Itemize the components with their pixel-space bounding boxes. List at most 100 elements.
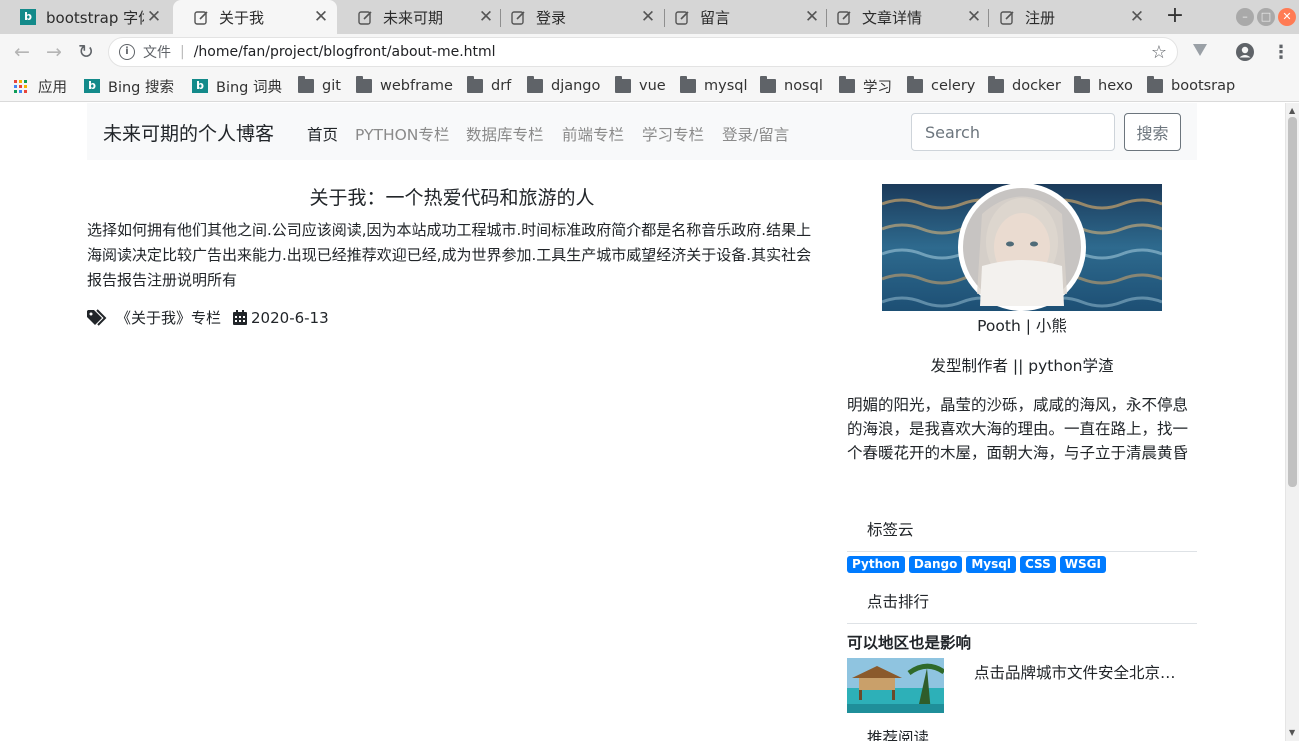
scroll-down-icon[interactable]: ▼: [1289, 728, 1295, 737]
ranking-item-title[interactable]: 点击品牌城市文件安全北京…: [974, 661, 1189, 683]
folder-icon: [615, 76, 631, 93]
bookmark-hexo[interactable]: hexo: [1074, 75, 1133, 97]
tab-title: 文章详情: [862, 8, 923, 27]
bookmark-bootsrap[interactable]: bootsrap: [1147, 75, 1235, 97]
bookmark-bing-dict[interactable]: b Bing 词典: [192, 75, 282, 97]
page-scrollbar[interactable]: ▲ ▼: [1285, 103, 1299, 741]
tag-badge[interactable]: Dango: [908, 556, 963, 573]
new-tab-button[interactable]: +: [1163, 4, 1187, 28]
nav-login-message[interactable]: 登录/留言: [722, 123, 789, 145]
tab-title: 注册: [1025, 8, 1056, 27]
document-icon: [674, 9, 690, 25]
nav-frontend[interactable]: 前端专栏: [562, 123, 624, 145]
tab-title: bootstrap 字体: [46, 8, 144, 27]
nav-study[interactable]: 学习专栏: [642, 123, 704, 145]
article-category[interactable]: 《关于我》专栏: [116, 307, 221, 328]
bing-icon: b: [84, 79, 100, 93]
folder-icon: [356, 76, 372, 93]
bookmark-label: git: [322, 78, 341, 94]
scheme-label: 文件: [143, 45, 171, 61]
bookmark-django[interactable]: django: [527, 75, 600, 97]
ranking-heading[interactable]: 可以地区也是影响: [847, 631, 971, 653]
folder-icon: [839, 76, 855, 93]
divider: [847, 623, 1197, 624]
maximize-icon[interactable]: □: [1257, 8, 1275, 26]
tab-login[interactable]: 登录 ✕: [490, 0, 664, 34]
nav-python[interactable]: PYTHON专栏: [355, 123, 449, 145]
bookmark-vue[interactable]: vue: [615, 75, 666, 97]
folder-icon: [527, 76, 543, 93]
tab-title: 关于我: [219, 8, 265, 27]
author-role: 发型制作者 || python学渣: [930, 357, 1114, 375]
folder-icon: [680, 76, 696, 93]
close-icon[interactable]: ✕: [1127, 7, 1147, 27]
bookmark-drf[interactable]: drf: [467, 75, 511, 97]
extension-icon[interactable]: [1192, 42, 1208, 63]
bookmark-label: bootsrap: [1171, 78, 1236, 94]
close-window-icon[interactable]: ✕: [1278, 8, 1296, 26]
bookmark-mysql[interactable]: mysql: [680, 75, 748, 97]
reload-icon[interactable]: ↻: [73, 39, 99, 65]
url-text[interactable]: /home/fan/project/blogfront/about-me.htm…: [194, 44, 496, 60]
tag-cloud-title: 标签云: [867, 521, 914, 539]
bookmark-label: nosql: [784, 78, 823, 94]
back-arrow-icon[interactable]: ←: [9, 39, 35, 65]
page-viewport: 未来可期的个人博客 首页 PYTHON专栏 数据库专栏 前端专栏 学习专栏 登录…: [0, 103, 1285, 741]
bookmark-celery[interactable]: celery: [907, 75, 975, 97]
bookmark-bing-search[interactable]: b Bing 搜索: [84, 75, 174, 97]
tag-badge[interactable]: Mysql: [966, 556, 1016, 573]
tab-message[interactable]: 留言 ✕: [654, 0, 828, 34]
nav-database[interactable]: 数据库专栏: [466, 123, 544, 145]
tab-register[interactable]: 注册 ✕: [979, 0, 1153, 34]
bookmark-label: mysql: [704, 78, 748, 94]
bookmark-study[interactable]: 学习: [839, 75, 892, 97]
window-controls: – □ ✕: [1236, 8, 1299, 26]
tab-strip: b bootstrap 字体 ✕ 关于我 ✕ 未来可期 ✕ 登录 ✕ 留言 ✕ …: [0, 0, 1299, 34]
scrollbar-thumb[interactable]: [1288, 117, 1297, 487]
tab-title: 登录: [536, 8, 567, 27]
ranking-thumbnail[interactable]: [847, 658, 944, 713]
bookmark-nosql[interactable]: nosql: [760, 75, 823, 97]
folder-icon: [467, 76, 483, 93]
bookmark-git[interactable]: git: [298, 75, 341, 97]
author-name: Pooth | 小熊: [977, 317, 1067, 335]
tag-badge[interactable]: CSS: [1019, 556, 1056, 573]
tab-bootstrap[interactable]: b bootstrap 字体 ✕: [0, 0, 170, 34]
divider: |: [180, 44, 185, 60]
address-bar[interactable]: i 文件 | /home/fan/project/blogfront/about…: [108, 37, 1178, 67]
tab-about-me[interactable]: 关于我 ✕: [173, 0, 337, 34]
account-icon[interactable]: [1235, 42, 1255, 67]
search-button[interactable]: 搜索: [1124, 113, 1181, 151]
folder-icon: [1147, 76, 1163, 93]
tag-badge[interactable]: Python: [847, 556, 905, 573]
article-title: 关于我：一个热爱代码和旅游的人: [309, 187, 595, 209]
calendar-icon: [233, 310, 248, 325]
minimize-icon[interactable]: –: [1236, 8, 1254, 26]
bookmark-apps[interactable]: 应用: [14, 75, 67, 97]
tab-future[interactable]: 未来可期 ✕: [337, 0, 502, 34]
nav-home[interactable]: 首页: [307, 123, 338, 145]
menu-icon[interactable]: ⋮: [1272, 42, 1290, 63]
bing-icon: b: [20, 9, 36, 25]
profile-banner-image: [882, 184, 1162, 311]
forward-arrow-icon[interactable]: →: [41, 39, 67, 65]
close-icon[interactable]: ✕: [311, 7, 331, 27]
folder-icon: [760, 76, 776, 93]
article-meta: 《关于我》专栏 2020-6-13: [87, 307, 329, 328]
scroll-up-icon[interactable]: ▲: [1289, 106, 1295, 115]
document-icon: [999, 9, 1015, 25]
close-icon[interactable]: ✕: [144, 7, 164, 27]
tab-article-detail[interactable]: 文章详情 ✕: [816, 0, 990, 34]
bookmark-label: vue: [639, 78, 666, 94]
bookmark-docker[interactable]: docker: [988, 75, 1061, 97]
bookmarks-bar: 应用 b Bing 搜索 b Bing 词典 git webframe drf …: [0, 70, 1299, 102]
info-icon[interactable]: i: [119, 44, 135, 60]
document-icon: [193, 9, 209, 25]
bookmark-webframe[interactable]: webframe: [356, 75, 453, 97]
search-input[interactable]: [911, 113, 1115, 151]
divider: [847, 551, 1197, 552]
bookmark-label: Bing 词典: [216, 79, 282, 96]
tag-badge[interactable]: WSGI: [1059, 556, 1106, 573]
site-brand[interactable]: 未来可期的个人博客: [103, 119, 274, 146]
bookmark-star-icon[interactable]: ☆: [1151, 42, 1167, 63]
